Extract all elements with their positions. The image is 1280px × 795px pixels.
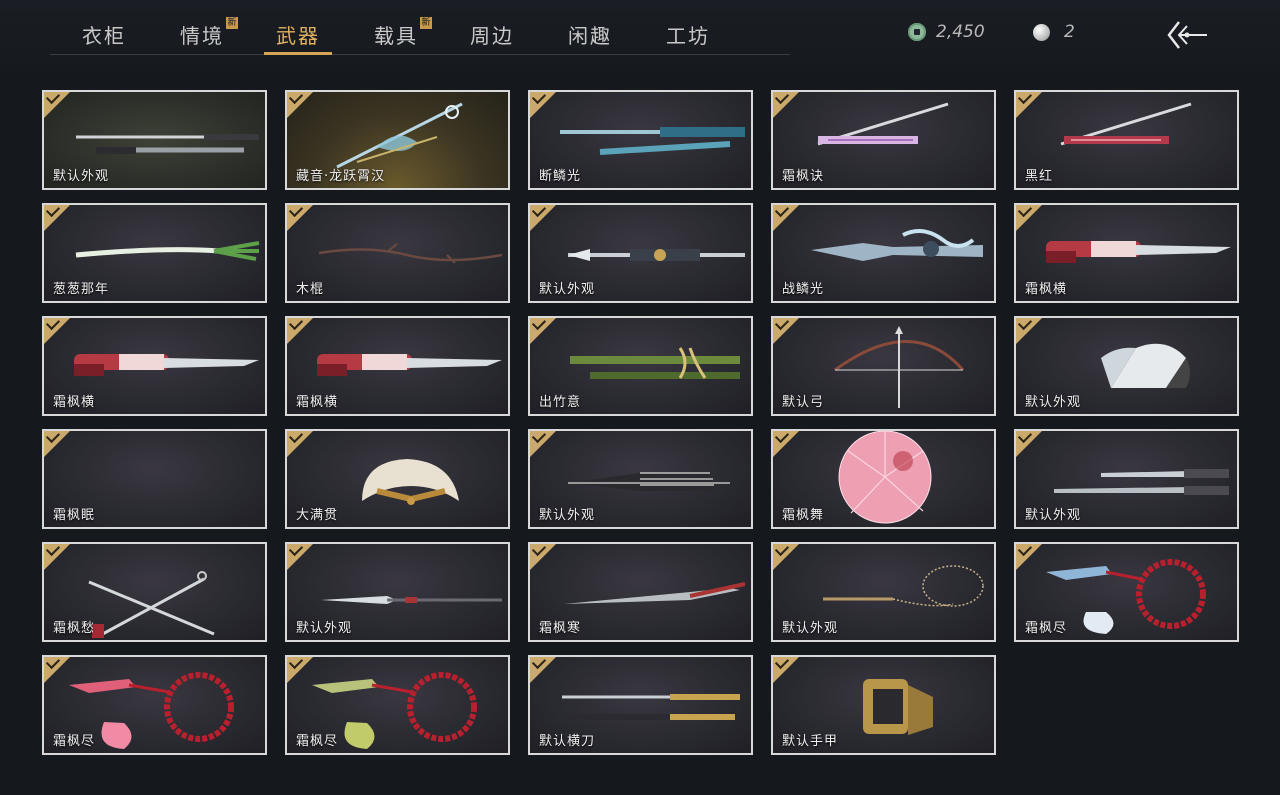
weapon-card[interactable]: 霜枫尽: [42, 655, 267, 755]
coin-amount: 2,450: [936, 22, 985, 42]
weapon-name: 霜枫尽: [296, 734, 339, 749]
weapon-name: 黑红: [1025, 169, 1054, 184]
weapon-card[interactable]: 默认外观: [1014, 316, 1239, 416]
weapon-name: 藏音·龙跃霄汉: [296, 169, 386, 184]
weapon-name: 断鳞光: [539, 169, 582, 184]
tab-scene[interactable]: 情境新: [154, 17, 250, 52]
weapon-grid: 默认外观 藏音·龙跃霄汉 断鳞光 霜枫诀 黑红 葱葱那年 木棍 默认外观 战鳞光 霜枫横 霜枫横 霜枫…: [42, 90, 1244, 758]
weapon-name: 霜枫眠: [53, 508, 96, 523]
weapon-name: 战鳞光: [782, 282, 825, 297]
tab-leisure[interactable]: 闲趣: [542, 20, 638, 52]
weapon-card[interactable]: 霜枫横: [285, 316, 510, 416]
weapon-card[interactable]: 默认手甲: [771, 655, 996, 755]
weapon-card[interactable]: 断鳞光: [528, 90, 753, 190]
tab-merch[interactable]: 周边: [444, 20, 540, 52]
back-button[interactable]: [1165, 18, 1211, 52]
weapon-name: 默认外观: [539, 508, 596, 523]
weapon-card[interactable]: 霜枫横: [1014, 203, 1239, 303]
top-bar: 衣柜 情境新 武器 载具新 周边 闲趣 工坊 2,450 2: [0, 0, 1280, 74]
weapon-name: 默认弓: [782, 395, 825, 410]
tab-weapons[interactable]: 武器: [250, 20, 346, 55]
weapon-name: 默认横刀: [539, 734, 596, 749]
weapon-card[interactable]: 默认外观: [1014, 429, 1239, 529]
weapon-card[interactable]: 霜枫尽: [1014, 542, 1239, 642]
pearl-amount: 2: [1064, 22, 1075, 42]
weapon-card[interactable]: 大满贯: [285, 429, 510, 529]
weapon-name: 默认外观: [1025, 508, 1082, 523]
new-badge: 新: [420, 17, 432, 29]
weapon-card[interactable]: 默认外观: [285, 542, 510, 642]
weapon-card[interactable]: 霜枫眠: [42, 429, 267, 529]
weapon-card[interactable]: 霜枫舞: [771, 429, 996, 529]
weapon-card[interactable]: 霜枫诀: [771, 90, 996, 190]
weapon-card[interactable]: 霜枫愁: [42, 542, 267, 642]
pearl-balance: 2: [1033, 21, 1075, 43]
weapon-card[interactable]: 霜枫横: [42, 316, 267, 416]
weapon-card[interactable]: 木棍: [285, 203, 510, 303]
weapon-name: 霜枫尽: [53, 734, 96, 749]
back-arrow-icon: [1167, 21, 1207, 49]
weapon-card[interactable]: 默认外观: [528, 429, 753, 529]
weapon-card[interactable]: 默认弓: [771, 316, 996, 416]
weapon-name: 霜枫诀: [782, 169, 825, 184]
weapon-name: 默认外观: [539, 282, 596, 297]
weapon-name: 默认外观: [782, 621, 839, 636]
pearl-icon: [1033, 23, 1050, 41]
tab-vehicles[interactable]: 载具新: [348, 17, 444, 52]
weapon-card[interactable]: 葱葱那年: [42, 203, 267, 303]
category-tabs: 衣柜 情境新 武器 载具新 周边 闲趣 工坊: [50, 17, 790, 55]
weapon-card[interactable]: 霜枫寒: [528, 542, 753, 642]
tab-workshop[interactable]: 工坊: [640, 20, 736, 52]
weapon-name: 霜枫寒: [539, 621, 582, 636]
weapon-name: 出竹意: [539, 395, 582, 410]
weapon-name: 霜枫横: [53, 395, 96, 410]
new-badge: 新: [226, 17, 238, 29]
weapon-name: 霜枫舞: [782, 508, 825, 523]
weapon-name: 大满贯: [296, 508, 339, 523]
weapon-card[interactable]: 黑红: [1014, 90, 1239, 190]
weapon-card[interactable]: 默认外观: [528, 203, 753, 303]
weapon-card[interactable]: 出竹意: [528, 316, 753, 416]
jade-coin-icon: [908, 23, 926, 41]
weapon-card[interactable]: 霜枫尽: [285, 655, 510, 755]
weapon-card[interactable]: 默认横刀: [528, 655, 753, 755]
weapon-name: 木棍: [296, 282, 325, 297]
weapon-name: 霜枫横: [296, 395, 339, 410]
weapon-name: 霜枫尽: [1025, 621, 1068, 636]
weapon-name: 默认外观: [296, 621, 353, 636]
weapon-name: 葱葱那年: [53, 282, 110, 297]
weapon-name: 霜枫横: [1025, 282, 1068, 297]
weapon-name: 霜枫愁: [53, 621, 96, 636]
weapon-name: 默认外观: [1025, 395, 1082, 410]
tab-wardrobe[interactable]: 衣柜: [56, 20, 152, 52]
weapon-card[interactable]: 默认外观: [42, 90, 267, 190]
weapon-card[interactable]: 默认外观: [771, 542, 996, 642]
weapon-name: 默认手甲: [782, 734, 839, 749]
weapon-card[interactable]: 藏音·龙跃霄汉: [285, 90, 510, 190]
weapon-card[interactable]: 战鳞光: [771, 203, 996, 303]
weapon-name: 默认外观: [53, 169, 110, 184]
coin-balance: 2,450: [908, 21, 985, 43]
